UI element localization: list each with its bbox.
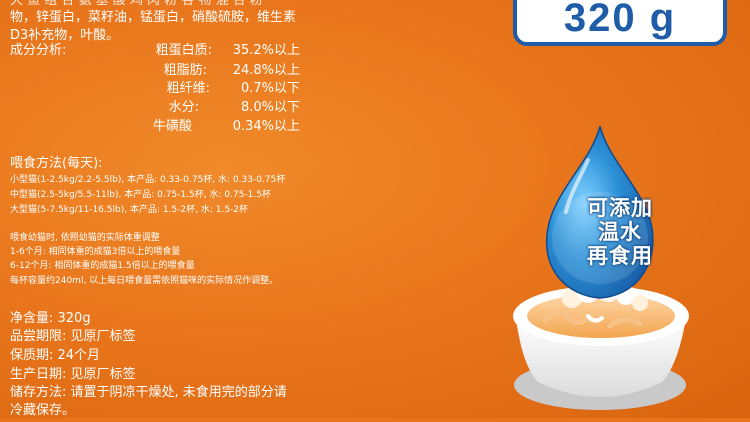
analysis-label: 成分分析:: [10, 43, 67, 58]
info-line: 净含量: 320g: [10, 311, 91, 326]
analysis-name: 粗纤维:: [166, 81, 210, 96]
kitten-note: 喂食幼猫时, 依照幼猫的实际体重调整: [10, 233, 160, 243]
info-line: 储存方法: 请置于阴凉干燥处, 未食用完的部分请: [10, 385, 287, 400]
analysis-value: 0.34%以上: [232, 119, 300, 134]
info-line: 生产日期: 见原厂标签: [10, 367, 136, 382]
feeding-title: 喂食方法(每天):: [10, 156, 103, 171]
weight-text: 320 g: [563, 0, 677, 40]
analysis-name: 水分:: [168, 100, 199, 115]
kitten-note: 1-6个月: 相同体重的成猫3倍以上的喂食量: [10, 247, 181, 257]
analysis-value: 8.0%以下: [240, 100, 300, 115]
drop-label-line: 温水: [598, 220, 642, 244]
feeding-row: 小型猫(1-2.5kg/2.2-5.5lb), 本产品: 0.33-0.75杯,…: [10, 175, 286, 185]
analysis-value: 35.2%以上: [232, 43, 300, 58]
info-line: 冷藏保存。: [10, 403, 76, 418]
kitten-note: 每杯容量约240ml, 以上每日喂食量需依照猫咪的实际情况作调整。: [10, 276, 279, 286]
ingredients-line: 物，锌蛋白，菜籽油，锰蛋白，硝酸硫胺，维生素: [10, 10, 297, 25]
info-line: 保质期: 24个月: [10, 348, 101, 363]
info-line: 品尝期限: 见原厂标签: [10, 329, 136, 344]
analysis-value: 0.7%以下: [240, 81, 300, 96]
analysis-name: 牛磺酸: [152, 119, 192, 134]
weight-badge: 320 g: [513, 0, 727, 46]
feeding-row: 中型猫(2.5-5kg/5.5-11lb), 本产品: 0.75-1.5杯, 水…: [10, 190, 271, 200]
kitten-note: 6-12个月: 相同体重的成猫1.5倍以上的喂食量: [10, 261, 195, 271]
drop-label-line: 可添加: [587, 196, 653, 220]
drop-label-line: 再食用: [587, 244, 653, 268]
water-drop-bowl-illustration: 可添加 温水 再食用: [500, 120, 740, 418]
analysis-value: 24.8%以上: [232, 63, 300, 78]
analysis-name: 粗脂肪:: [163, 63, 207, 78]
analysis-name: 粗蛋白质:: [155, 43, 212, 58]
feeding-row: 大型猫(5-7.5kg/11-16.5lb), 本产品: 1.5-2杯, 水: …: [10, 205, 249, 215]
drop-bowl-svg: [513, 125, 689, 410]
